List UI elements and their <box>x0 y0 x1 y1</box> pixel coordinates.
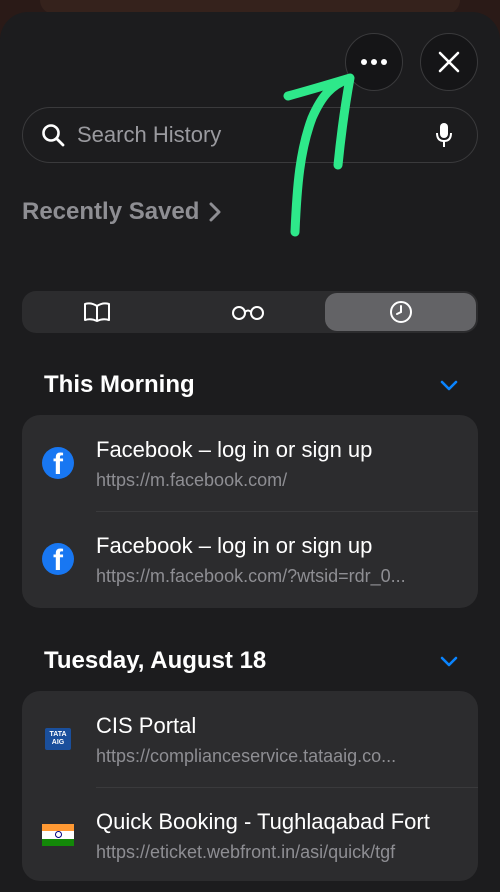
more-icon <box>361 59 387 65</box>
item-title: Facebook – log in or sign up <box>96 533 373 558</box>
more-button[interactable] <box>345 33 403 91</box>
search-field[interactable]: Search History <box>22 107 478 163</box>
tata-aig-icon: TATA AIG <box>42 723 74 755</box>
mic-icon[interactable] <box>435 121 453 149</box>
chevron-right-icon <box>209 202 221 222</box>
item-title: Quick Booking - Tughlaqabad Fort <box>96 809 430 834</box>
recently-saved-label: Recently Saved <box>22 198 200 225</box>
book-icon <box>84 302 111 322</box>
list-item[interactable]: f Facebook – log in or sign up https://m… <box>22 511 478 607</box>
section-heading: This Morning <box>44 371 195 398</box>
item-url: https://m.facebook.com/ <box>96 470 288 490</box>
item-url: https://complianceservice.tataaig.co... <box>96 746 397 766</box>
item-title: CIS Portal <box>96 713 197 738</box>
list-item[interactable]: f Facebook – log in or sign up https://m… <box>22 415 478 511</box>
history-card: f Facebook – log in or sign up https://m… <box>22 415 478 608</box>
tab-reading-list[interactable] <box>173 291 324 333</box>
chevron-down-icon[interactable] <box>440 656 458 668</box>
item-url: https://eticket.webfront.in/asi/quick/tg… <box>96 842 396 862</box>
clock-icon <box>389 301 412 323</box>
segmented-control <box>22 291 478 333</box>
search-icon <box>42 124 65 147</box>
history-card: TATA AIG CIS Portal https://compliancese… <box>22 691 478 881</box>
search-placeholder: Search History <box>77 122 222 147</box>
item-title: Facebook – log in or sign up <box>96 437 373 462</box>
glasses-icon <box>232 306 264 320</box>
close-button[interactable] <box>420 33 478 91</box>
item-url: https://m.facebook.com/?wtsid=rdr_0... <box>96 566 406 586</box>
list-item[interactable]: TATA AIG CIS Portal https://compliancese… <box>22 691 478 787</box>
recently-saved-link[interactable]: Recently Saved <box>22 198 221 226</box>
tata-logo-text: TATA AIG <box>45 728 71 750</box>
chevron-down-icon[interactable] <box>440 380 458 392</box>
section-heading: Tuesday, August 18 <box>44 647 267 674</box>
facebook-icon: f <box>42 447 74 479</box>
facebook-icon: f <box>42 543 74 575</box>
close-icon <box>438 51 460 73</box>
tab-history[interactable] <box>325 293 477 331</box>
tab-bookmarks[interactable] <box>22 291 173 333</box>
india-flag-icon <box>42 819 74 851</box>
